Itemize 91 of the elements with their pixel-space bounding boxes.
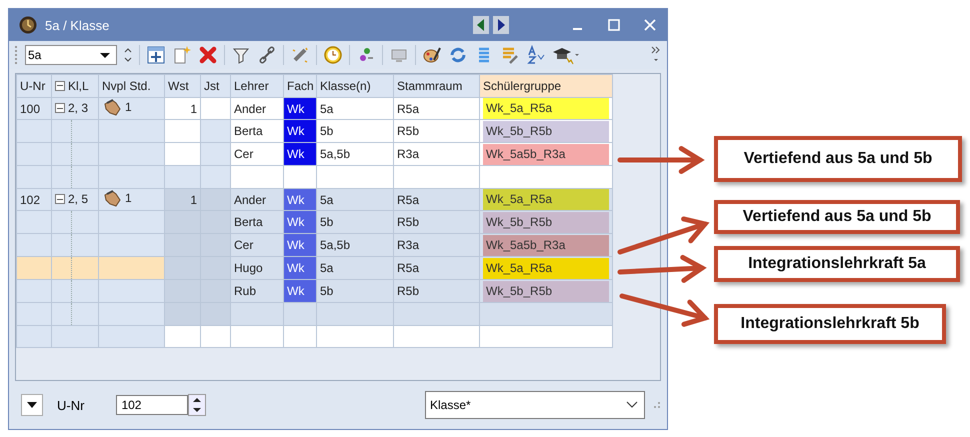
list-edit-icon[interactable] xyxy=(500,45,520,65)
table-cell: R5a xyxy=(394,188,480,210)
table-cell: Wk xyxy=(284,188,316,210)
sort-icon[interactable] xyxy=(526,45,546,65)
window-title: 5a / Klasse xyxy=(45,18,110,32)
toolbar-grip[interactable] xyxy=(15,46,19,64)
table-cell: Rub xyxy=(230,280,284,302)
table-cell: Wk xyxy=(284,210,316,234)
collapse-icon[interactable] xyxy=(55,103,65,113)
table-cell: 5b xyxy=(316,210,394,234)
maximize-icon[interactable] xyxy=(607,18,621,32)
callout-box: Integrationslehrkraft 5b xyxy=(714,304,946,344)
table-cell: 5b xyxy=(316,120,394,142)
table-cell: Cer xyxy=(230,142,284,166)
table-cell: 102 xyxy=(16,188,52,210)
column-header[interactable]: Lehrer xyxy=(230,74,284,98)
table-cell: 2, 5 xyxy=(55,192,88,206)
column-header[interactable]: Nvpl Std. xyxy=(98,74,164,98)
callout-box: Vertiefend aus 5a und 5b xyxy=(714,136,962,182)
table-cell: 5a,5b xyxy=(316,142,394,166)
clock-icon[interactable] xyxy=(323,45,343,65)
table-cell: 1 xyxy=(164,188,200,210)
table-cell: Cer xyxy=(230,234,284,256)
group-tag: Wk_5a_R5a xyxy=(483,258,609,278)
column-header[interactable]: Schülergruppe xyxy=(480,74,612,98)
table-cell: Berta xyxy=(230,120,284,142)
table-cell: 1 xyxy=(125,191,132,205)
table-cell: R5b xyxy=(394,280,480,302)
group-tag: Wk_5b_R5b xyxy=(483,120,609,142)
group-tag: Wk_5a5b_R3a xyxy=(483,234,609,256)
link-icon[interactable] xyxy=(257,45,277,65)
table-cell: Hugo xyxy=(230,256,284,280)
table-cell: 2, 3 xyxy=(55,101,88,115)
u-nr-label: U-Nr xyxy=(57,398,84,412)
table-cell: Wk xyxy=(284,280,316,302)
spin-icon[interactable] xyxy=(188,394,206,416)
table-cell: Ander xyxy=(230,188,284,210)
delete-icon[interactable] xyxy=(198,45,218,65)
table-cell: Ander xyxy=(230,98,284,120)
collapse-icon[interactable] xyxy=(55,194,65,204)
table-cell: 5b xyxy=(316,280,394,302)
close-icon[interactable] xyxy=(643,18,657,32)
table-cell: Wk xyxy=(284,142,316,166)
dropdown-button[interactable] xyxy=(21,394,43,416)
table-cell: Wk xyxy=(284,256,316,280)
column-header[interactable]: Jst xyxy=(200,74,230,98)
callout-box: Integrationslehrkraft 5a xyxy=(714,246,960,282)
table-cell: R5b xyxy=(394,210,480,234)
table-cell: R5b xyxy=(394,120,480,142)
caret-icon xyxy=(26,401,38,409)
collapse-icon[interactable] xyxy=(55,80,65,90)
u-nr-field[interactable]: 102 xyxy=(116,395,188,415)
table-cell: 1 xyxy=(125,100,132,114)
grid-add-icon[interactable] xyxy=(146,45,166,65)
class-combo[interactable]: 5a xyxy=(25,45,117,65)
table-cell: Wk xyxy=(284,98,316,120)
table-cell: R5a xyxy=(394,98,480,120)
callout-box: Vertiefend aus 5a und 5b xyxy=(714,200,960,234)
column-header[interactable]: Klasse(n) xyxy=(316,74,394,98)
clock-icon xyxy=(19,16,37,34)
table-cell: R3a xyxy=(394,234,480,256)
column-header[interactable]: Fach xyxy=(284,74,316,98)
group-tag: Wk_5a5b_R3a xyxy=(483,144,609,164)
table-cell: Wk xyxy=(284,234,316,256)
column-header[interactable]: Wst xyxy=(164,74,200,98)
table-cell: 100 xyxy=(16,98,52,120)
table-cell: Berta xyxy=(230,210,284,234)
palette-icon[interactable] xyxy=(422,45,442,65)
column-header[interactable]: Stammraum xyxy=(394,74,480,98)
group-tag: Wk_5b_R5b xyxy=(483,212,609,232)
table-cell: Wk xyxy=(284,120,316,142)
table-cell: R5a xyxy=(394,256,480,280)
table-cell: 5a xyxy=(316,98,394,120)
table-cell: 1 xyxy=(164,98,200,120)
new-document-icon[interactable] xyxy=(172,45,192,65)
group-tag: Wk_5a_R5a xyxy=(483,189,609,210)
group-tag: Wk_5a_R5a xyxy=(483,98,609,119)
chevron-down-icon xyxy=(626,401,638,409)
graduation-cap-icon[interactable] xyxy=(552,45,580,65)
table-cell: R3a xyxy=(394,142,480,166)
previous-icon[interactable] xyxy=(473,16,489,34)
refresh-icon[interactable] xyxy=(448,45,468,65)
view-combo[interactable]: Klasse* xyxy=(425,391,645,419)
column-header[interactable]: Kl,L xyxy=(52,74,98,98)
group-tag: Wk_5b_R5b xyxy=(483,280,609,302)
next-icon[interactable] xyxy=(493,16,509,34)
column-header[interactable]: U-Nr xyxy=(16,74,52,98)
table-cell: 5a xyxy=(316,188,394,210)
resize-grip-icon[interactable] xyxy=(653,401,661,409)
table-cell: 5a xyxy=(316,256,394,280)
table-cell: 5a,5b xyxy=(316,234,394,256)
